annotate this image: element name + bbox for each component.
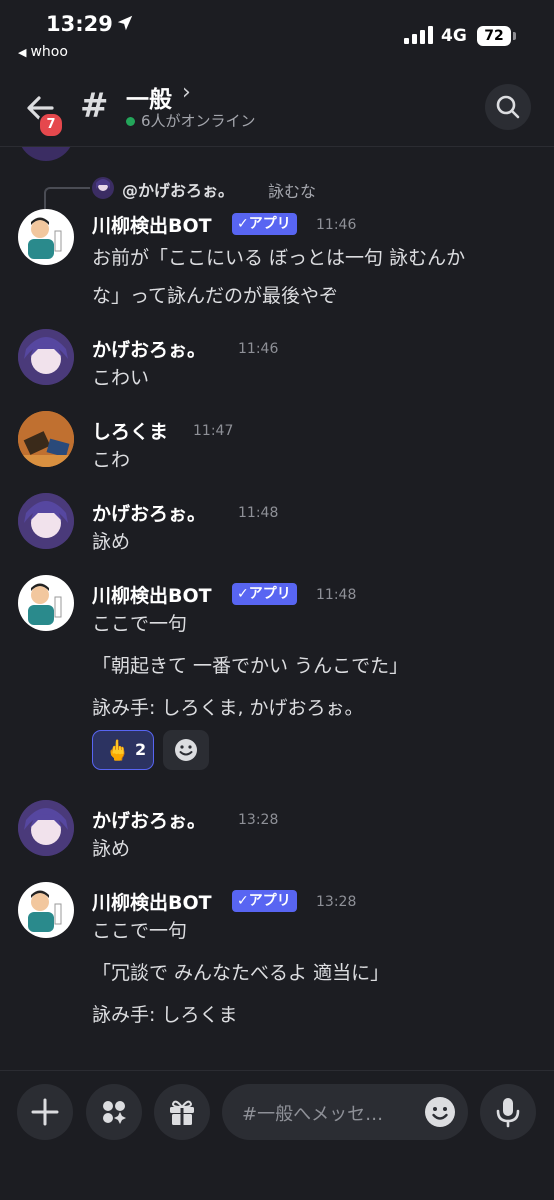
network-type: 4G [441,26,467,46]
app-tag-badge: ✓アプリ [232,213,297,235]
message-timestamp: 13:28 [238,812,279,828]
emoji-icon[interactable] [424,1096,456,1128]
message-timestamp: 11:48 [316,587,357,603]
avatar[interactable] [18,882,74,938]
message-text: ここで一句 [92,920,188,942]
add-attachment-button[interactable] [17,1084,73,1140]
avatar[interactable] [18,209,74,265]
online-dot-icon [126,117,135,126]
back-to-app-link[interactable]: ◀ whoo [18,44,68,60]
message-composer: #一般へメッセ… [0,1070,554,1200]
battery-nub [513,32,516,40]
message-text: 「朝起きて 一番でかい うんこでた」 [92,655,409,677]
back-app-name: whoo [30,44,68,60]
app-tag-badge: ✓アプリ [232,890,297,912]
notification-badge: 7 [38,112,64,138]
message-text: な」って詠んだのが最後やぞ [92,285,339,307]
reply-avatar [92,177,114,199]
avatar[interactable] [18,800,74,856]
gift-icon [170,1100,194,1125]
message-author[interactable]: かげおろぉ。 [92,335,206,362]
search-button[interactable] [485,84,531,130]
message-author[interactable]: 川柳検出BOT [92,211,212,238]
reaction-button[interactable]: 🖕 2 [92,730,154,770]
message-text: 詠め [92,838,131,860]
status-bar: 13:29 ◀ whoo 4G 72 [0,0,554,70]
online-count: 6人がオンライン [141,112,256,130]
message-text: こわい [92,367,150,389]
message-text: ここで一句 [92,613,188,635]
smiley-icon [175,739,197,761]
reaction-emoji: 🖕 [105,738,130,762]
gift-button[interactable] [154,1084,210,1140]
message-author[interactable]: かげおろぉ。 [92,806,206,833]
message-input[interactable]: #一般へメッセ… [222,1084,468,1140]
message-author[interactable]: かげおろぉ。 [92,499,206,526]
channel-title[interactable]: 一般 [126,80,172,114]
avatar[interactable] [18,575,74,631]
message-text: 詠み手: しろくま [92,1004,238,1026]
message-input-placeholder: #一般へメッセ… [242,1104,384,1125]
message-timestamp: 11:46 [238,341,279,357]
reply-snippet[interactable]: 詠むな [268,178,316,202]
message-text: 詠め [92,531,131,553]
message-text: 「冗談で みんなたべるよ 適当に」 [92,962,390,984]
microphone-icon [496,1098,520,1128]
reaction-count: 2 [135,740,147,759]
message-list[interactable]: @かげおろぉ。 詠むな 川柳検出BOT ✓アプリ 11:46 お前が「ここにいる… [0,147,554,1067]
avatar[interactable] [18,411,74,467]
message-author[interactable]: 川柳検出BOT [92,888,212,915]
search-icon [496,95,520,119]
avatar[interactable] [18,493,74,549]
voice-message-button[interactable] [480,1084,536,1140]
chevron-right-icon[interactable]: › [182,80,191,105]
location-arrow-icon [117,15,133,31]
add-reaction-button[interactable] [163,730,209,770]
channel-header: 7 # 一般 › 6人がオンライン [0,70,554,147]
status-time: 13:29 [46,12,113,36]
online-status: 6人がオンライン [126,110,256,131]
message-text: お前が「ここにいる ぼっとは一句 詠むんか [92,247,466,269]
message-timestamp: 11:47 [193,423,234,439]
channel-hash-icon: # [80,86,109,126]
plus-icon [31,1098,59,1126]
back-triangle-icon: ◀ [18,46,27,59]
message-timestamp: 13:28 [316,894,357,910]
message-text: こわ [92,449,131,471]
apps-icon [103,1101,126,1124]
reply-author[interactable]: @かげおろぉ。 [122,177,234,201]
app-tag-badge: ✓アプリ [232,583,297,605]
message-timestamp: 11:46 [316,217,357,233]
message-timestamp: 11:48 [238,505,279,521]
message-author[interactable]: 川柳検出BOT [92,581,212,608]
message-author[interactable]: しろくま [92,417,168,444]
avatar[interactable] [18,329,74,385]
apps-button[interactable] [86,1084,142,1140]
avatar[interactable] [18,147,74,161]
signal-icon [404,26,434,44]
message-text: 詠み手: しろくま, かげおろぉ。 [92,697,364,719]
battery-icon: 72 [477,26,511,46]
